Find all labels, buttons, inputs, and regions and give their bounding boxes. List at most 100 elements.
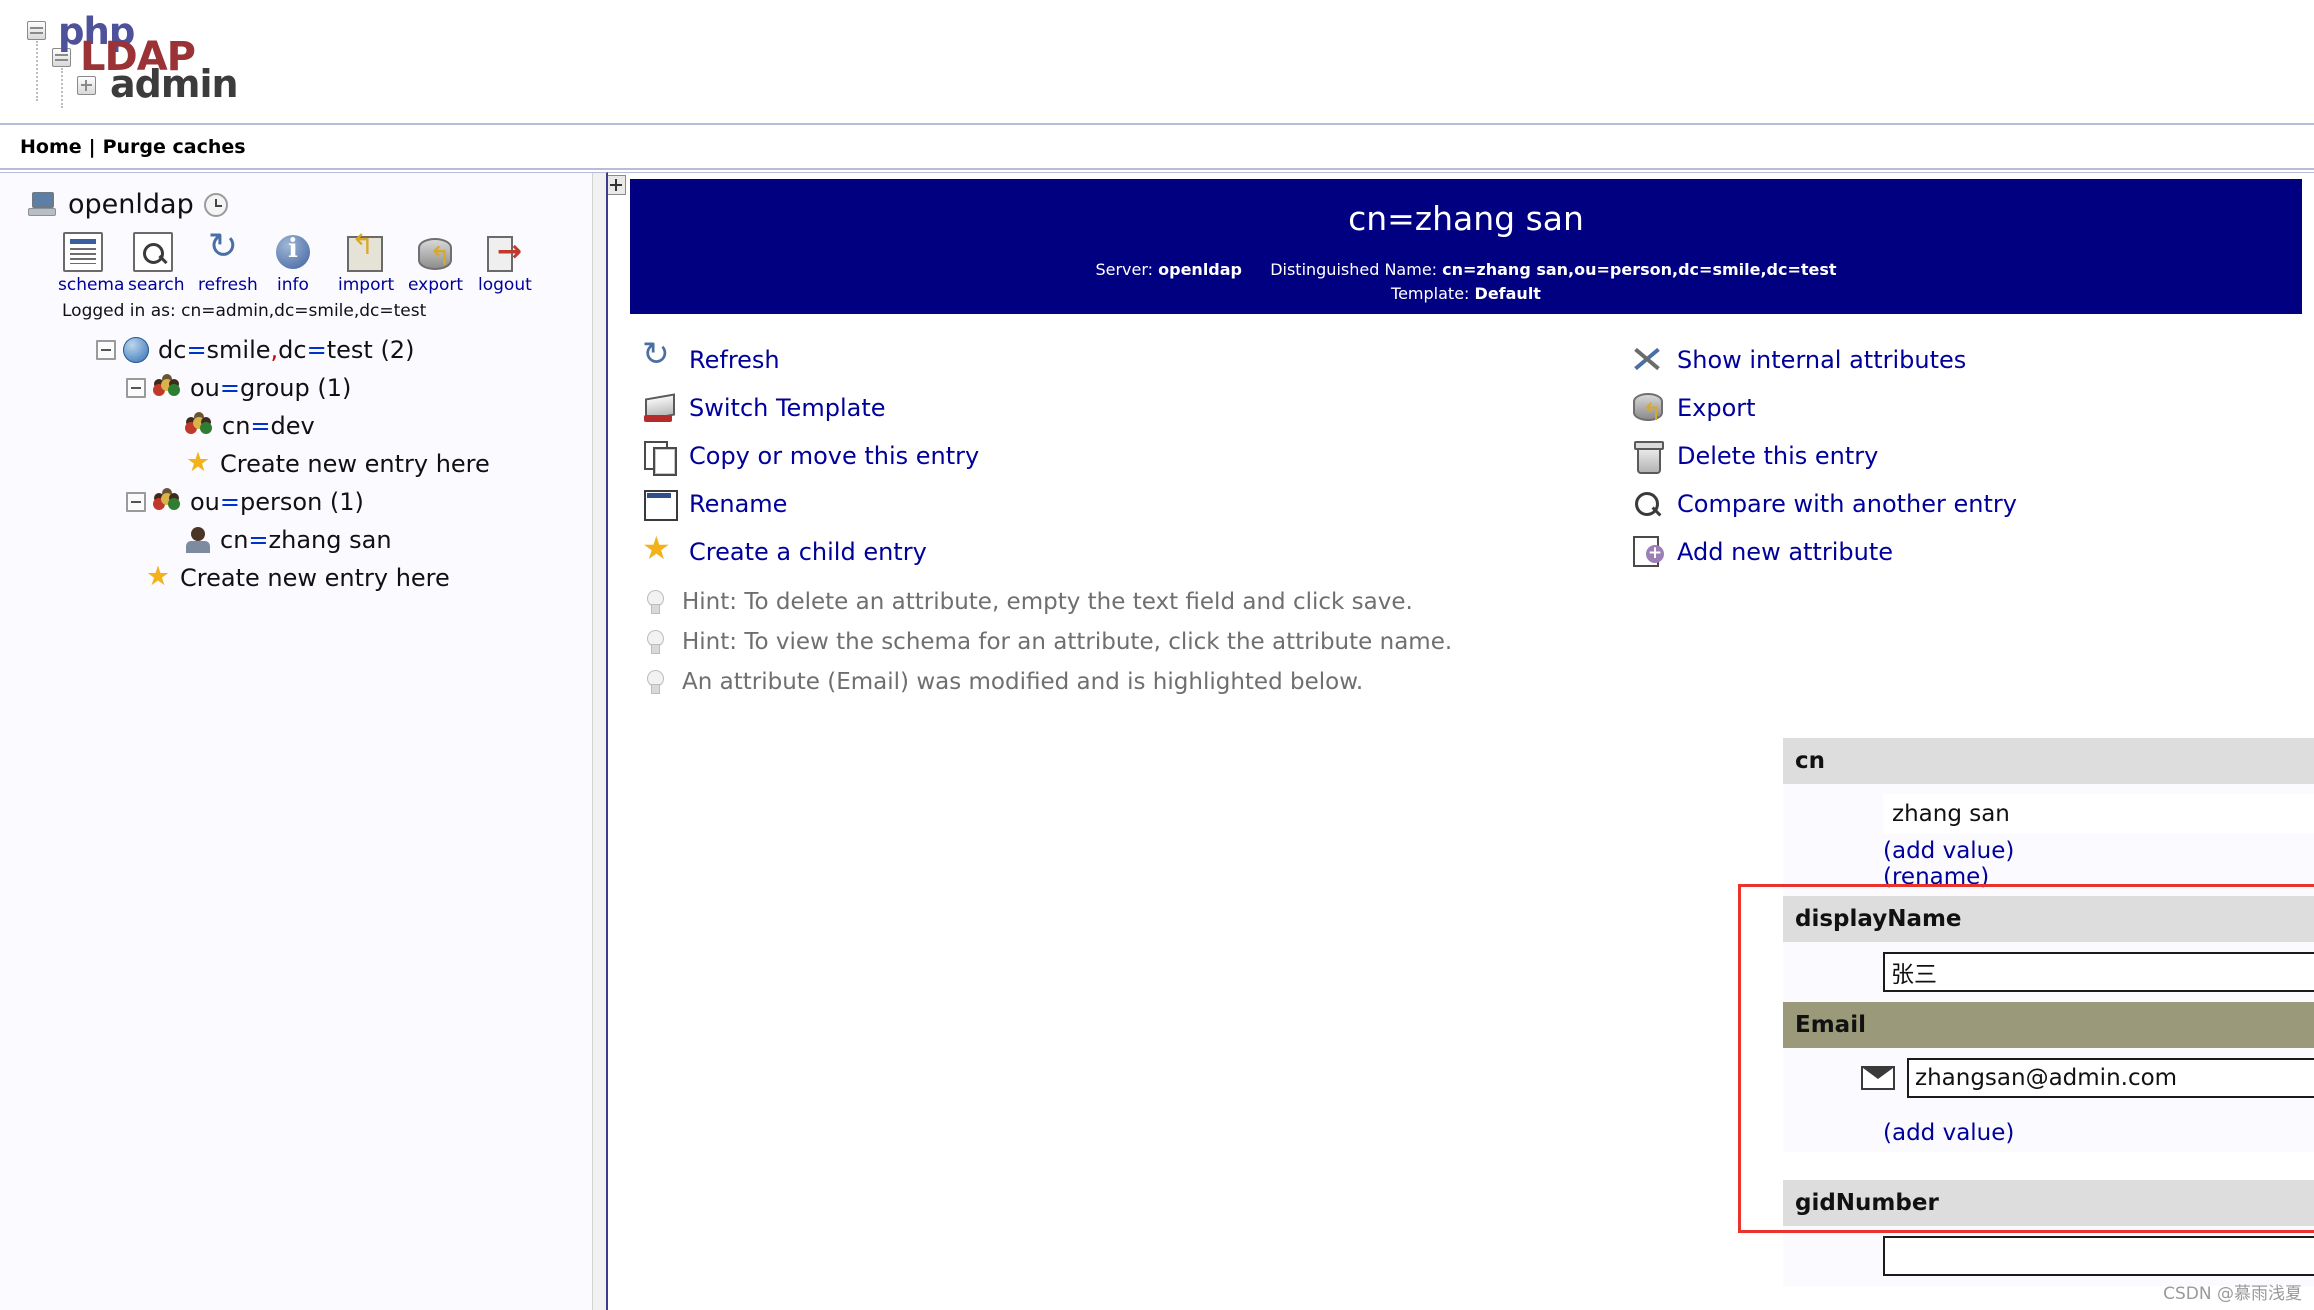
expand-panel-icon[interactable] bbox=[608, 175, 626, 195]
action-label: Delete this entry bbox=[1677, 442, 1879, 470]
person-icon bbox=[185, 527, 211, 553]
entry-actions-left-column: Refresh Switch Template Copy or move thi… bbox=[630, 334, 1610, 576]
server-value: openldap bbox=[1158, 260, 1242, 279]
toolbar-button-refresh[interactable]: refresh bbox=[198, 226, 258, 295]
attributes-table: cn required, rdn zhang san * (add value)… bbox=[1738, 738, 2314, 1286]
action-copy-or-move-entry[interactable]: Copy or move this entry bbox=[642, 432, 1610, 480]
collapse-toggle-icon[interactable] bbox=[96, 340, 116, 360]
tree-item-cn-dev[interactable]: cn=dev bbox=[96, 407, 606, 445]
star-icon bbox=[642, 529, 676, 569]
toolbar-label-logout: logout bbox=[478, 275, 532, 295]
attribute-name: cn bbox=[1795, 748, 1826, 774]
action-refresh[interactable]: Refresh bbox=[642, 334, 1610, 384]
toolbar-button-schema[interactable]: schema bbox=[58, 232, 125, 295]
attribute-header-cn[interactable]: cn required, rdn bbox=[1783, 738, 2314, 784]
entry-header-banner: cn=zhang san Server: openldap Distinguis… bbox=[630, 179, 2302, 314]
toolbar-button-search[interactable]: search bbox=[128, 232, 185, 295]
add-value-link-email[interactable]: (add value) bbox=[1883, 1120, 2014, 1146]
tree-item-dc-smile-dc-test[interactable]: dc=smile,dc=test (2) bbox=[96, 331, 606, 369]
action-rename[interactable]: Rename bbox=[642, 480, 1610, 528]
hint-item: Hint: To view the schema for an attribut… bbox=[642, 622, 2314, 662]
toolbar-label-info: info bbox=[277, 275, 309, 295]
refresh-icon bbox=[203, 226, 243, 272]
logo-dotted-line bbox=[36, 41, 38, 101]
tree-item-label: Create new entry here bbox=[220, 450, 490, 478]
collapse-toggle-icon[interactable] bbox=[126, 492, 146, 512]
attribute-header-email[interactable]: Email alias bbox=[1783, 1002, 2314, 1048]
ldap-tree: dc=smile,dc=test (2) ou=group (1) cn=dev… bbox=[0, 331, 606, 597]
action-label: Export bbox=[1677, 394, 1756, 422]
toolbar-button-import[interactable]: import bbox=[338, 228, 394, 295]
action-create-child-entry[interactable]: Create a child entry bbox=[642, 528, 1610, 576]
toolbar-button-info[interactable]: info bbox=[268, 232, 318, 295]
globe-icon bbox=[123, 337, 149, 363]
action-switch-template[interactable]: Switch Template bbox=[642, 384, 1610, 432]
tree-item-ou-person[interactable]: ou=person (1) bbox=[96, 483, 606, 521]
toolbar-button-export[interactable]: export bbox=[408, 232, 463, 295]
toolbar-label-schema: schema bbox=[58, 275, 125, 295]
star-icon: ★ bbox=[145, 561, 171, 592]
tree-item-label: Create new entry here bbox=[180, 564, 450, 592]
tree-item-create-new-entry-group[interactable]: ★ Create new entry here bbox=[96, 445, 606, 483]
toolbar-label-search: search bbox=[128, 275, 185, 295]
attribute-header-gidnumber[interactable]: gidNumber required bbox=[1783, 1180, 2314, 1226]
hint-text: An attribute (Email) was modified and is… bbox=[682, 669, 1364, 695]
nav-link-home[interactable]: Home bbox=[20, 136, 82, 158]
sidebar-toolbar: schema search refresh info import export bbox=[0, 226, 606, 295]
entry-meta-line: Server: openldap Distinguished Name: cn=… bbox=[630, 258, 2302, 282]
attribute-name: Email bbox=[1795, 1012, 1866, 1038]
hints-list: Hint: To delete an attribute, empty the … bbox=[642, 582, 2314, 702]
tree-item-cn-zhang-san[interactable]: cn=zhang san bbox=[96, 521, 606, 559]
action-compare-entry[interactable]: Compare with another entry bbox=[1630, 480, 2017, 528]
action-delete-entry[interactable]: Delete this entry bbox=[1630, 432, 2017, 480]
action-label: Refresh bbox=[689, 346, 780, 374]
tree-item-label: ou=person (1) bbox=[190, 488, 364, 516]
gidnumber-input[interactable] bbox=[1883, 1236, 2314, 1276]
entry-template-line: Template: Default bbox=[630, 282, 2302, 306]
tree-node-icon bbox=[27, 21, 46, 40]
logo-bar: php LDAP admin bbox=[0, 0, 2314, 125]
lightbulb-icon bbox=[642, 668, 668, 696]
attribute-name: displayName bbox=[1795, 906, 1962, 932]
toolbar-button-logout[interactable]: logout bbox=[478, 232, 532, 295]
clock-icon bbox=[203, 192, 228, 217]
collapse-toggle-icon[interactable] bbox=[126, 378, 146, 398]
displayname-input[interactable] bbox=[1883, 952, 2314, 992]
info-icon bbox=[273, 232, 313, 272]
add-attribute-icon bbox=[1630, 535, 1664, 569]
hint-item: An attribute (Email) was modified and is… bbox=[642, 662, 2314, 702]
logged-in-as-label: Logged in as: cn=admin,dc=smile,dc=test bbox=[62, 301, 427, 321]
attribute-body-cn: zhang san * (add value) (rename) bbox=[1783, 784, 2314, 896]
lightbulb-icon bbox=[642, 628, 668, 656]
sidebar-scrollbar[interactable] bbox=[592, 173, 606, 1310]
cn-value-field[interactable]: zhang san bbox=[1883, 794, 2314, 834]
nav-link-purge-caches[interactable]: Purge caches bbox=[103, 136, 246, 158]
action-add-new-attribute[interactable]: Add new attribute bbox=[1630, 528, 2017, 576]
action-export[interactable]: Export bbox=[1630, 384, 2017, 432]
tree-item-ou-group[interactable]: ou=group (1) bbox=[96, 369, 606, 407]
attribute-body-gidnumber bbox=[1783, 1226, 2314, 1286]
attribute-header-displayname[interactable]: displayName bbox=[1783, 896, 2314, 942]
tree-item-label: cn=zhang san bbox=[220, 526, 392, 554]
email-input[interactable] bbox=[1907, 1058, 2314, 1098]
server-computer-icon bbox=[28, 191, 58, 218]
server-header: openldap bbox=[0, 173, 606, 226]
attribute-links: (add value) bbox=[1783, 1102, 2314, 1146]
action-label: Add new attribute bbox=[1677, 538, 1894, 566]
tree-item-create-new-entry-person[interactable]: ★ Create new entry here bbox=[96, 559, 606, 597]
add-value-link-cn[interactable]: (add value) bbox=[1883, 838, 2014, 864]
export-icon bbox=[1630, 391, 1664, 426]
star-icon: ★ bbox=[185, 447, 211, 478]
group-icon bbox=[185, 413, 213, 439]
action-show-internal-attributes[interactable]: Show internal attributes bbox=[1630, 336, 2017, 384]
entry-actions: Refresh Switch Template Copy or move thi… bbox=[630, 314, 2314, 576]
tree-item-label: cn=dev bbox=[222, 412, 315, 440]
trash-icon bbox=[1630, 439, 1664, 474]
rename-icon bbox=[642, 487, 678, 521]
attribute-links: (add value) bbox=[1783, 838, 2314, 864]
hint-item: Hint: To delete an attribute, empty the … bbox=[642, 582, 2314, 622]
server-label: Server: bbox=[1095, 260, 1154, 279]
rename-link-cn[interactable]: (rename) bbox=[1883, 864, 1989, 890]
server-name-label: openldap bbox=[68, 189, 194, 220]
tree-item-label: ou=group (1) bbox=[190, 374, 352, 402]
